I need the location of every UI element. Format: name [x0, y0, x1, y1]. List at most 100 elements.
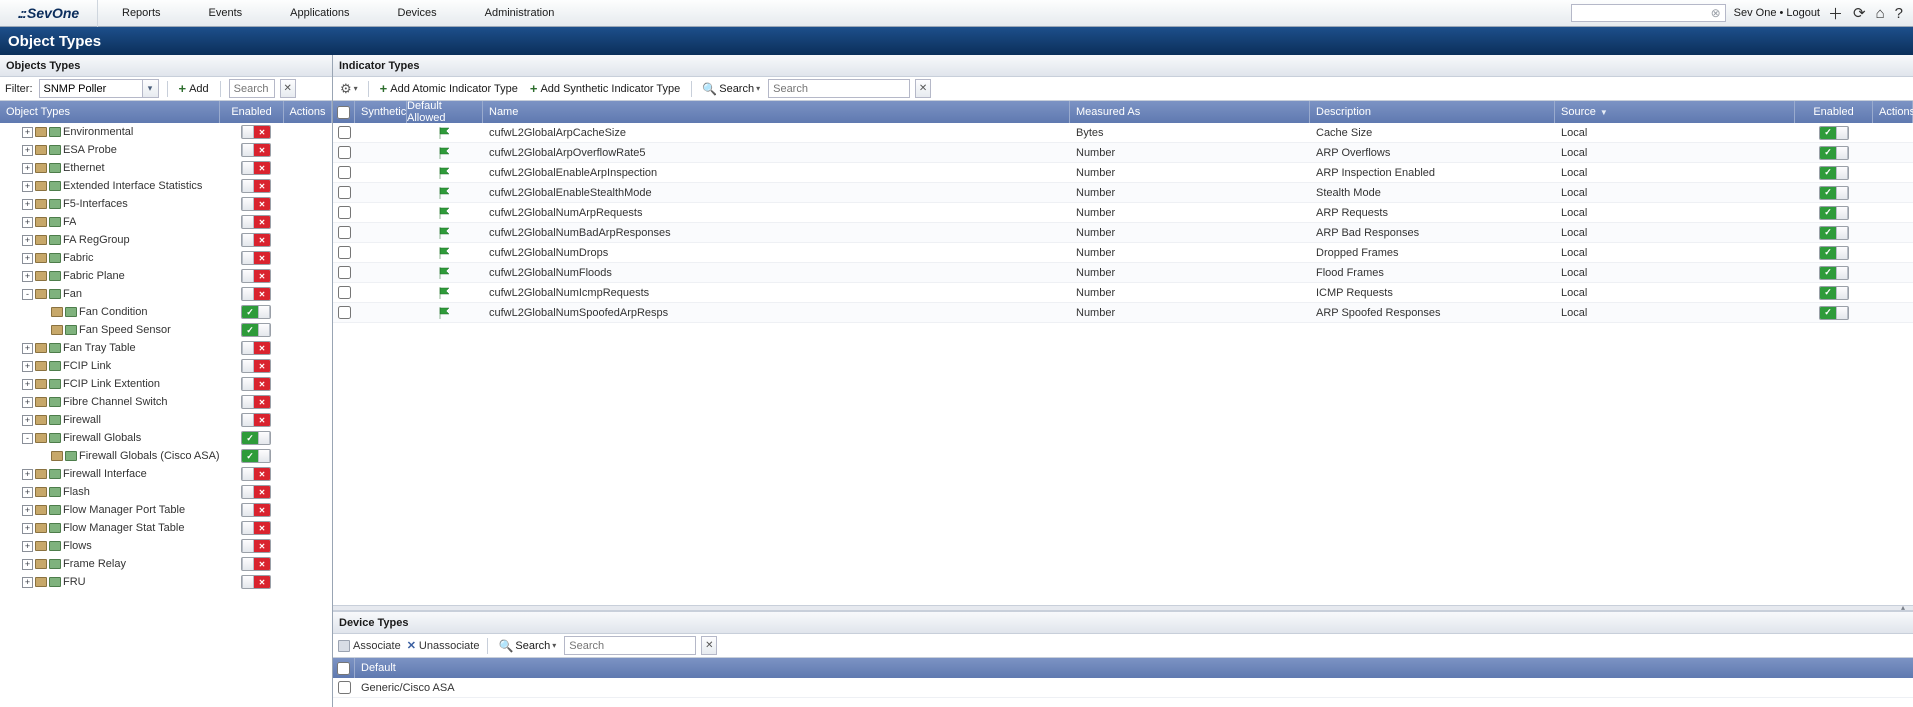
col-object-types[interactable]: Object Types [0, 101, 220, 123]
home-icon[interactable]: ⌂ [1876, 5, 1885, 22]
enabled-toggle[interactable] [241, 431, 271, 445]
expand-icon[interactable]: + [22, 361, 33, 372]
enabled-toggle[interactable] [1819, 306, 1849, 320]
tree-row[interactable]: +Flash [0, 483, 332, 501]
tree-row[interactable]: Firewall Globals (Cisco ASA) [0, 447, 332, 465]
filter-combo-input[interactable] [40, 80, 142, 97]
tree-row[interactable]: -Firewall Globals [0, 429, 332, 447]
col-checkbox[interactable] [333, 101, 355, 123]
enabled-toggle[interactable] [241, 197, 271, 211]
menu-applications[interactable]: Applications [266, 0, 373, 27]
menu-reports[interactable]: Reports [98, 0, 185, 27]
tree-row[interactable]: Fan Speed Sensor [0, 321, 332, 339]
col-enabled[interactable]: Enabled [1795, 101, 1873, 123]
enabled-toggle[interactable] [241, 503, 271, 517]
collapse-icon[interactable]: - [22, 289, 33, 300]
indicator-row[interactable]: cufwL2GlobalEnableStealthModeNumberSteal… [333, 183, 1913, 203]
tree-row[interactable]: +Fabric Plane [0, 267, 332, 285]
indicator-grid[interactable]: Synthetic Default Allowed Name Measured … [333, 101, 1913, 605]
row-checkbox[interactable] [338, 166, 351, 179]
enabled-toggle[interactable] [241, 575, 271, 589]
tree-row[interactable]: +Fan Tray Table [0, 339, 332, 357]
expand-icon[interactable]: + [22, 343, 33, 354]
object-search-input[interactable] [230, 80, 274, 97]
row-checkbox[interactable] [338, 226, 351, 239]
enabled-toggle[interactable] [241, 521, 271, 535]
col-measured-as[interactable]: Measured As [1070, 101, 1310, 123]
tree-row[interactable]: +FRU [0, 573, 332, 591]
enabled-toggle[interactable] [241, 125, 271, 139]
add-atomic-indicator-button[interactable]: +Add Atomic Indicator Type [377, 82, 521, 95]
device-search-input[interactable] [565, 637, 695, 654]
tree-row[interactable]: +Environmental [0, 123, 332, 141]
enabled-toggle[interactable] [241, 305, 271, 319]
enabled-toggle[interactable] [241, 215, 271, 229]
indicator-row[interactable]: cufwL2GlobalNumArpRequestsNumberARP Requ… [333, 203, 1913, 223]
enabled-toggle[interactable] [241, 395, 271, 409]
indicator-row[interactable]: cufwL2GlobalNumFloodsNumberFlood FramesL… [333, 263, 1913, 283]
row-checkbox[interactable] [338, 306, 351, 319]
tree-row[interactable]: Fan Condition [0, 303, 332, 321]
expand-icon[interactable]: + [22, 217, 33, 228]
expand-icon[interactable]: + [22, 505, 33, 516]
row-checkbox[interactable] [338, 146, 351, 159]
plus-icon[interactable]: ＋ [1828, 3, 1843, 24]
add-object-type-button[interactable]: +Add [176, 82, 212, 95]
device-search-menu[interactable]: 🔍Search▾ [496, 639, 558, 653]
row-checkbox[interactable] [338, 186, 351, 199]
expand-icon[interactable]: + [22, 271, 33, 282]
expand-icon[interactable]: + [22, 199, 33, 210]
menu-administration[interactable]: Administration [461, 0, 579, 27]
expand-icon[interactable]: + [22, 181, 33, 192]
unassociate-button[interactable]: ✕Unassociate [407, 639, 480, 652]
logout-link[interactable]: Logout [1786, 7, 1820, 19]
tree-row[interactable]: +Firewall [0, 411, 332, 429]
col-enabled[interactable]: Enabled [220, 101, 284, 123]
expand-icon[interactable]: + [22, 523, 33, 534]
indicator-row[interactable]: cufwL2GlobalArpCacheSizeBytesCache SizeL… [333, 123, 1913, 143]
enabled-toggle[interactable] [241, 377, 271, 391]
chevron-down-icon[interactable]: ▾ [142, 80, 158, 97]
enabled-toggle[interactable] [1819, 126, 1849, 140]
enabled-toggle[interactable] [241, 485, 271, 499]
device-row[interactable]: Generic/Cisco ASA [333, 678, 1913, 698]
row-checkbox[interactable] [338, 126, 351, 139]
tree-row[interactable]: +ESA Probe [0, 141, 332, 159]
expand-icon[interactable]: + [22, 397, 33, 408]
menu-events[interactable]: Events [185, 0, 267, 27]
tree-row[interactable]: +Extended Interface Statistics [0, 177, 332, 195]
select-all-checkbox[interactable] [337, 106, 350, 119]
enabled-toggle[interactable] [1819, 146, 1849, 160]
row-checkbox[interactable] [338, 246, 351, 259]
menu-devices[interactable]: Devices [374, 0, 461, 27]
indicator-row[interactable]: cufwL2GlobalEnableArpInspectionNumberARP… [333, 163, 1913, 183]
expand-icon[interactable]: + [22, 487, 33, 498]
tree-row[interactable]: -Fan [0, 285, 332, 303]
enabled-toggle[interactable] [241, 539, 271, 553]
enabled-toggle[interactable] [241, 251, 271, 265]
expand-icon[interactable]: + [22, 235, 33, 246]
indicator-search-clear[interactable]: ✕ [915, 79, 931, 98]
col-synthetic[interactable]: Synthetic [355, 101, 407, 123]
tree-row[interactable]: +FCIP Link [0, 357, 332, 375]
tree-row[interactable]: +Ethernet [0, 159, 332, 177]
tree-row[interactable]: +Flow Manager Stat Table [0, 519, 332, 537]
gear-menu-button[interactable]: ⚙▾ [338, 81, 360, 97]
enabled-toggle[interactable] [241, 359, 271, 373]
col-actions[interactable]: Actions [284, 101, 332, 123]
enabled-toggle[interactable] [1819, 226, 1849, 240]
enabled-toggle[interactable] [1819, 266, 1849, 280]
associate-button[interactable]: Associate [338, 640, 401, 652]
enabled-toggle[interactable] [241, 179, 271, 193]
tree-row[interactable]: +Flows [0, 537, 332, 555]
indicator-row[interactable]: cufwL2GlobalNumSpoofedArpRespsNumberARP … [333, 303, 1913, 323]
row-checkbox[interactable] [338, 266, 351, 279]
expand-icon[interactable]: + [22, 577, 33, 588]
enabled-toggle[interactable] [1819, 286, 1849, 300]
enabled-toggle[interactable] [1819, 206, 1849, 220]
col-default-allowed[interactable]: Default Allowed [407, 101, 483, 123]
expand-icon[interactable]: + [22, 145, 33, 156]
object-search-clear[interactable]: ✕ [280, 79, 296, 98]
enabled-toggle[interactable] [241, 287, 271, 301]
enabled-toggle[interactable] [241, 269, 271, 283]
